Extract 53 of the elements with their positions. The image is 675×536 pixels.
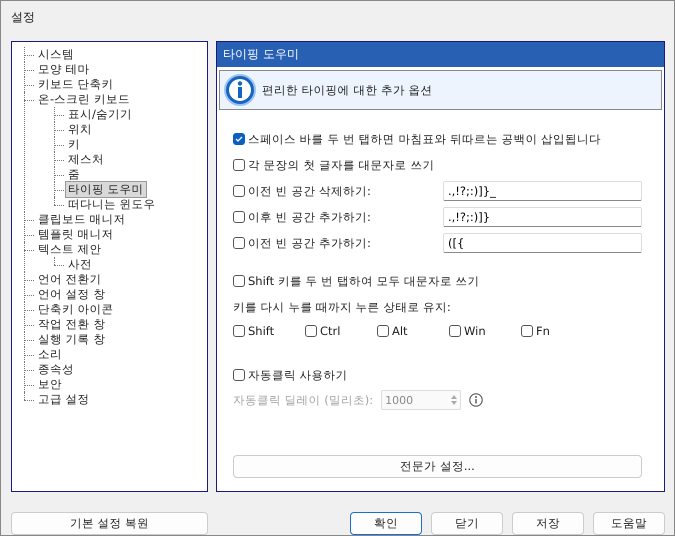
dialog-button[interactable]: 도움말 bbox=[593, 512, 665, 534]
checkbox[interactable]: 이전 빈 공간 삭제하기: bbox=[233, 184, 371, 198]
tree-item[interactable]: 키 bbox=[66, 137, 82, 152]
tree-item[interactable]: 제스처 bbox=[66, 152, 106, 167]
tree-item[interactable]: 보안 bbox=[36, 377, 64, 392]
dialog-button[interactable]: 저장 bbox=[512, 512, 584, 534]
expert-settings-button[interactable]: 전문가 설정... bbox=[233, 455, 642, 478]
tree-item[interactable]: 떠다니는 윈도우 bbox=[66, 197, 158, 212]
checkbox[interactable]: Alt bbox=[377, 324, 449, 338]
tree-item[interactable]: 온-스크린 키보드 bbox=[36, 92, 132, 107]
info-icon bbox=[224, 74, 256, 106]
info-text: 편리한 타이핑에 대한 추가 옵션 bbox=[262, 82, 433, 98]
checkbox[interactable]: Fn bbox=[521, 324, 593, 338]
panel-title: 타이핑 도우미 bbox=[217, 42, 664, 67]
checkbox[interactable]: Shift bbox=[233, 324, 305, 338]
tree-item[interactable]: 모양 테마 bbox=[36, 62, 92, 77]
input-field[interactable]: ([{ bbox=[443, 233, 642, 253]
tree-item[interactable]: 표시/숨기기 bbox=[66, 107, 134, 122]
checkbox[interactable]: 이후 빈 공간 추가하기: bbox=[233, 210, 371, 224]
sticky-keys-label: 키를 다시 누를 때까지 누른 상태로 유지: bbox=[233, 300, 451, 314]
dialog-button[interactable]: 닫기 bbox=[431, 512, 503, 534]
dialog-button[interactable]: 확인 bbox=[350, 512, 422, 534]
tree-item[interactable]: 텍스트 제안 bbox=[36, 242, 104, 257]
restore-defaults-button[interactable]: 기본 설정 복원 bbox=[11, 512, 208, 534]
tree-item[interactable]: 템플릿 매니저 bbox=[36, 227, 116, 242]
checkbox[interactable]: 이전 빈 공간 추가하기: bbox=[233, 236, 371, 250]
tree-item[interactable]: 키보드 단축키 bbox=[36, 77, 116, 92]
checkbox[interactable]: 자동클릭 사용하기 bbox=[233, 368, 348, 382]
checkbox[interactable]: Ctrl bbox=[305, 324, 377, 338]
checkbox[interactable]: Shift 키를 두 번 탭하여 모두 대문자로 쓰기 bbox=[233, 274, 480, 288]
tree-item[interactable]: 시스템 bbox=[36, 47, 76, 62]
tree-item[interactable]: 클립보드 매니저 bbox=[36, 212, 128, 227]
checkbox[interactable]: 각 문장의 첫 글자를 대문자로 쓰기 bbox=[233, 158, 434, 172]
tree-item[interactable]: 언어 설정 창 bbox=[36, 287, 108, 302]
tree-item[interactable]: 줌 bbox=[66, 167, 82, 182]
tree-item[interactable]: 사전 bbox=[66, 257, 94, 272]
tree-item[interactable]: 언어 전환기 bbox=[36, 272, 104, 287]
checkbox[interactable]: Win bbox=[449, 324, 521, 338]
tree-item[interactable]: 종속성 bbox=[36, 362, 76, 377]
delay-label: 자동클릭 딜레이 (밀리초): bbox=[233, 392, 374, 408]
tree-item[interactable]: 고급 설정 bbox=[36, 392, 92, 407]
tree-item[interactable]: 타이핑 도우미 bbox=[66, 182, 146, 197]
info-icon bbox=[469, 393, 484, 407]
window-title: 설정 bbox=[10, 8, 36, 26]
tree-item[interactable]: 소리 bbox=[36, 347, 64, 362]
check-icon bbox=[235, 135, 243, 143]
checkbox[interactable]: 스페이스 바를 두 번 탭하면 마침표와 뒤따르는 공백이 삽입됩니다 bbox=[233, 132, 602, 146]
tree-item[interactable]: 단축키 아이콘 bbox=[36, 302, 116, 317]
tree-item[interactable]: 작업 전환 창 bbox=[36, 317, 108, 332]
input-field[interactable]: .,!?;:)]}_ bbox=[443, 181, 642, 201]
tree-item[interactable]: 실행 기록 창 bbox=[36, 332, 108, 347]
tree-item[interactable]: 위치 bbox=[66, 122, 94, 137]
input-field[interactable]: .,!?;:)]} bbox=[443, 207, 642, 227]
